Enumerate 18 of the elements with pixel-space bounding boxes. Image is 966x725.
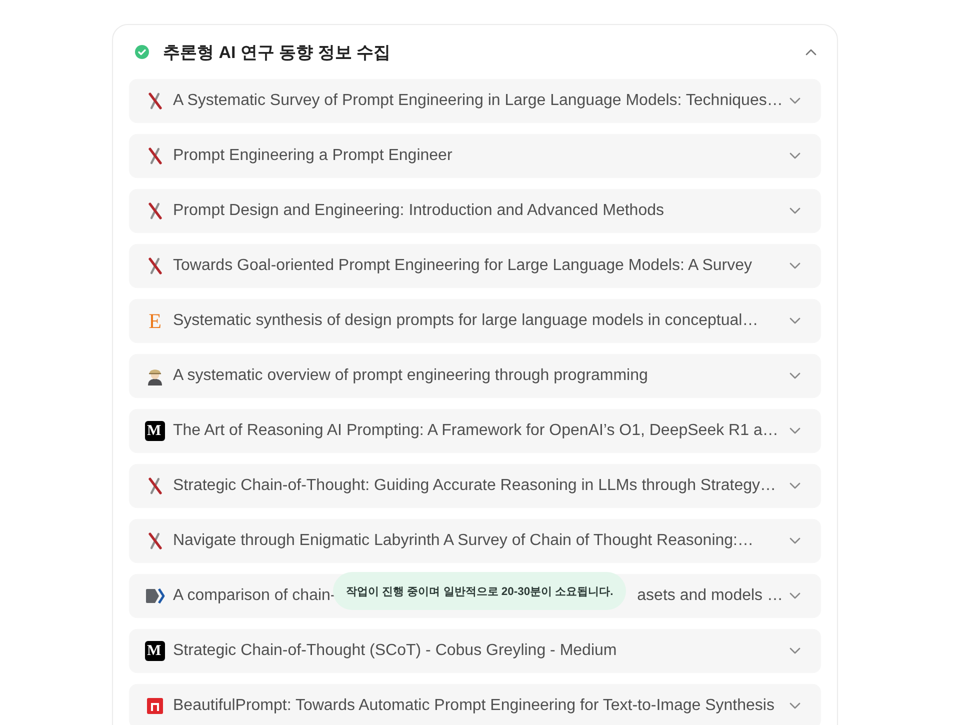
source-title: A systematic overview of prompt engineering through programming: [173, 367, 648, 385]
source-title: BeautifulPrompt: Towards Automatic Prompt Engineering for Text-to-Image Synthesis: [173, 697, 774, 715]
source-title: Strategic Chain-of-Thought: Guiding Accurate Reasoning in LLMs through Strategy…: [173, 477, 776, 495]
source-title: A Systematic Survey of Prompt Engineering in Large Language Models: Techniques…: [173, 92, 783, 110]
letter-tile-icon: M: [145, 641, 165, 661]
source-title: Prompt Engineering a Prompt Engineer: [173, 147, 452, 165]
source-title: Towards Goal-oriented Prompt Engineering for Large Language Models: A Survey: [173, 257, 752, 275]
task-title: 추론형 AI 연구 동향 정보 수집: [163, 42, 392, 64]
source-title: asets and models …: [637, 587, 783, 605]
letter-logo-icon: E: [145, 311, 165, 331]
source-title: The Art of Reasoning AI Prompting: A Framework for OpenAI’s O1, DeepSeek R1 a…: [173, 422, 778, 440]
source-title: Systematic synthesis of design prompts for large language models in conceptual…: [173, 312, 758, 330]
source-title: A comparison of chain-: [173, 587, 336, 605]
source-title: Navigate through Enigmatic Labyrinth A Survey of Chain of Thought Reasoning:…: [173, 532, 754, 550]
source-title: Prompt Design and Engineering: Introduction and Advanced Methods: [173, 202, 664, 220]
letter-tile-icon: M: [145, 421, 165, 441]
progress-toast: 작업이 진행 중이며 일반적으로 20-30분이 소요됩니다.: [333, 572, 626, 610]
source-title: Strategic Chain-of-Thought (SCoT) - Cobus Greyling - Medium: [173, 642, 617, 660]
